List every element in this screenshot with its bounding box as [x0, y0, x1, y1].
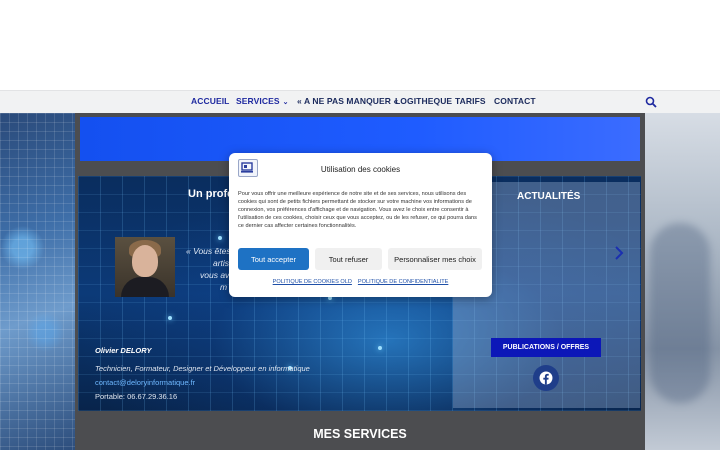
news-title: ACTUALITÉS [517, 191, 581, 202]
background-tech-image-left [0, 113, 75, 450]
services-title: MES SERVICES [313, 427, 407, 441]
refuse-all-button[interactable]: Tout refuser [315, 248, 382, 270]
nav-item-a-ne-pas-manquer[interactable]: « A NE PAS MANQUER « [297, 96, 398, 106]
facebook-icon[interactable] [533, 365, 559, 391]
policy-links: POLITIQUE DE COOKIES OLD POLITIQUE DE CON… [229, 279, 492, 285]
portrait-photo [115, 237, 175, 297]
hero-quote-line-1: « Vous êtes [186, 246, 231, 256]
nav-item-services[interactable]: SERVICES ⌄ [236, 96, 289, 106]
accept-all-button[interactable]: Tout accepter [238, 248, 309, 270]
nav-item-tarifs[interactable]: TARIFS [455, 96, 486, 106]
hero-quote-line-3: vous av [200, 270, 230, 280]
search-icon[interactable] [645, 96, 657, 108]
cookie-policy-link[interactable]: POLITIQUE DE COOKIES OLD [273, 279, 352, 285]
contact-phone: Portable: 06.67.29.36.16 [95, 392, 178, 401]
author-role: Technicien, Formateur, Designer et Dével… [95, 364, 310, 373]
page: ACCUEIL SERVICES ⌄ « A NE PAS MANQUER « L… [0, 0, 720, 450]
cookie-dialog-text: Pour vous offrir une meilleure expérienc… [238, 191, 477, 229]
hero-quote-line-4: m [220, 282, 228, 292]
contact-email-link[interactable]: contact@deloryinformatique.fr [95, 378, 195, 387]
cookie-consent-dialog: Utilisation des cookies Pour vous offrir… [229, 153, 492, 297]
hero-quote-line-2: artis [213, 258, 230, 268]
background-image-right [645, 113, 720, 450]
cookie-dialog-title: Utilisation des cookies [320, 165, 401, 174]
chevron-right-icon[interactable] [614, 246, 624, 260]
customize-choices-button[interactable]: Personnaliser mes choix [388, 248, 482, 270]
nav-item-contact[interactable]: CONTACT [494, 96, 536, 106]
nav-item-services-label: SERVICES [236, 96, 280, 106]
hero-title: Un profe [188, 188, 234, 200]
nav-item-logitheque[interactable]: LOGITHEQUE [395, 96, 452, 106]
author-name: Olivier DELORY [95, 346, 152, 355]
privacy-policy-link[interactable]: POLITIQUE DE CONFIDENTIALITE [358, 279, 448, 285]
chevron-down-icon: ⌄ [282, 99, 289, 106]
main-nav: ACCUEIL SERVICES ⌄ « A NE PAS MANQUER « L… [0, 90, 720, 113]
publications-offres-button[interactable]: PUBLICATIONS / OFFRES [491, 338, 601, 357]
nav-item-accueil[interactable]: ACCUEIL [191, 96, 229, 106]
